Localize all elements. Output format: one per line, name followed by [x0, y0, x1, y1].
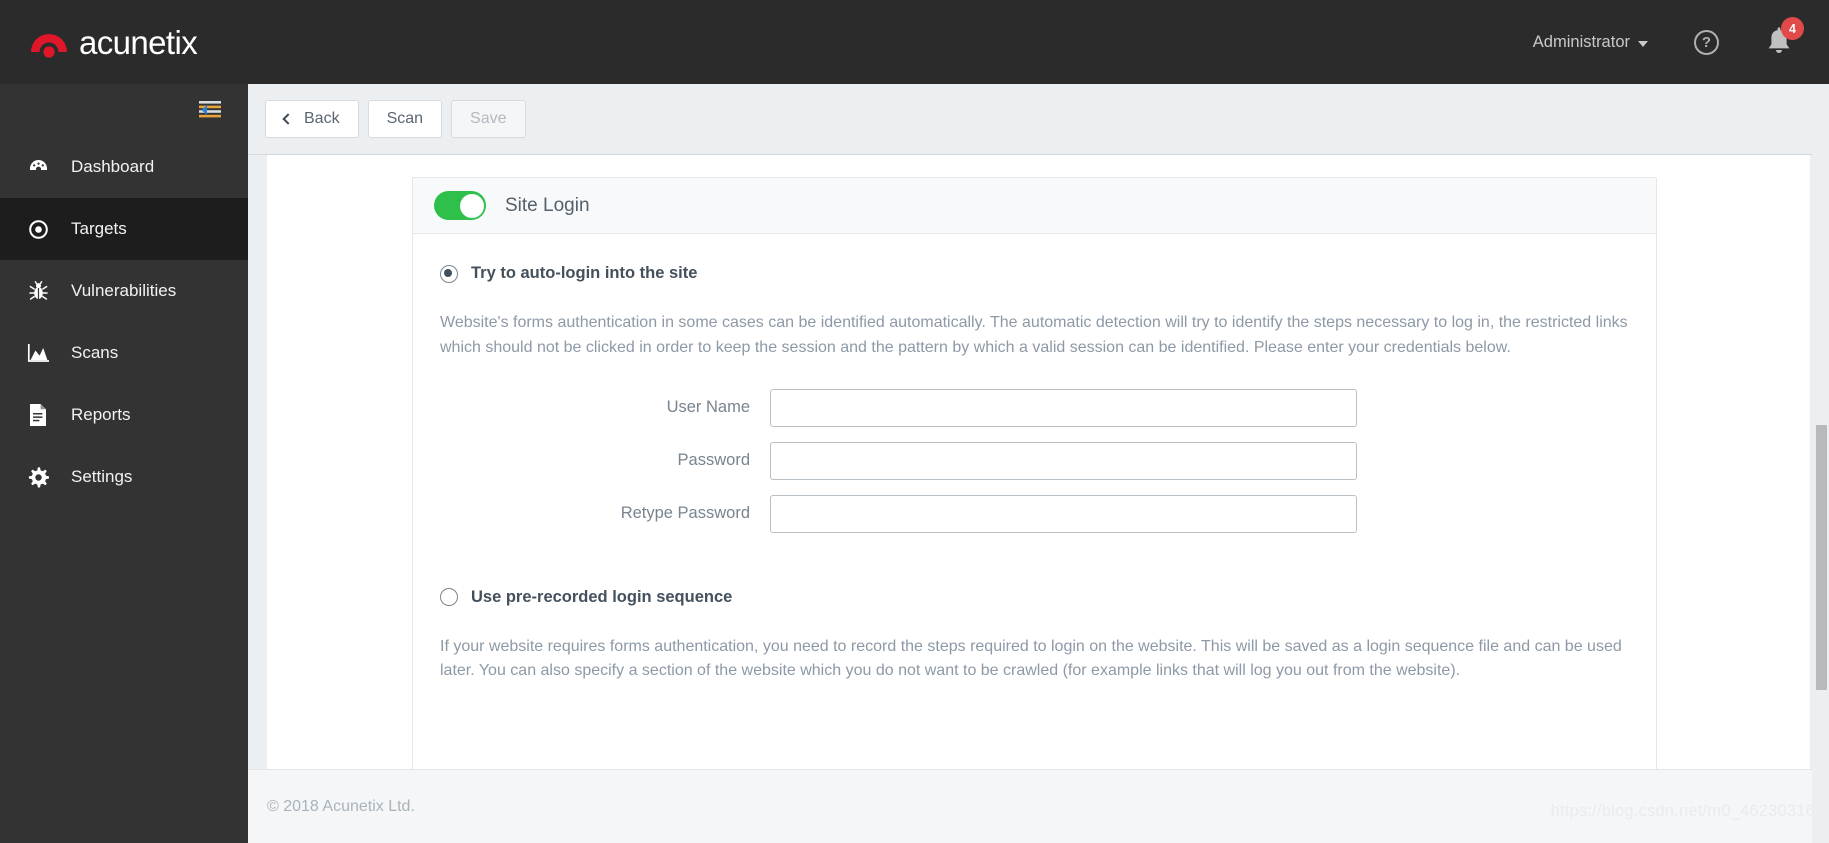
- scan-button-label: Scan: [386, 110, 424, 127]
- save-button-label: Save: [470, 110, 507, 127]
- brand-logo[interactable]: acunetix: [28, 21, 198, 63]
- sidebar-item-scans[interactable]: Scans: [0, 322, 248, 384]
- site-login-toggle[interactable]: [434, 191, 486, 220]
- main-content-area: Back Scan Save Site Login Try to auto-lo…: [248, 84, 1829, 843]
- sidebar-item-vulnerabilities[interactable]: Vulnerabilities: [0, 260, 248, 322]
- copyright-text: © 2018 Acunetix Ltd.: [267, 797, 415, 815]
- document-icon: [27, 404, 49, 426]
- top-header-bar: acunetix Administrator ? 4: [0, 0, 1829, 84]
- toggle-knob: [459, 193, 484, 218]
- sidebar-item-label: Targets: [71, 219, 127, 238]
- notification-badge: 4: [1781, 17, 1804, 40]
- watermark-text: https://blog.csdn.net/m0_46230316: [1550, 802, 1815, 820]
- site-login-card: Site Login Try to auto-login into the si…: [412, 177, 1657, 789]
- notifications-button[interactable]: 4: [1765, 17, 1804, 58]
- user-menu-button[interactable]: Administrator: [1533, 33, 1648, 52]
- option-prerecorded-sequence-label: Use pre-recorded login sequence: [471, 587, 733, 606]
- option-auto-login-label: Try to auto-login into the site: [471, 264, 698, 282]
- back-button[interactable]: Back: [265, 100, 359, 138]
- sidebar-nav: Dashboard Targets Vulnerabilities Scans …: [0, 84, 248, 843]
- scrollable-content: Site Login Try to auto-login into the si…: [248, 155, 1829, 789]
- sidebar-item-label: Scans: [71, 343, 119, 362]
- scrollbar-thumb[interactable]: [1816, 425, 1827, 690]
- bug-icon: [27, 280, 49, 302]
- content-panel: Site Login Try to auto-login into the si…: [267, 155, 1810, 789]
- credentials-form: User Name Password Retype Password: [440, 388, 1629, 533]
- user-menu-label: Administrator: [1532, 32, 1630, 51]
- username-label: User Name: [666, 398, 750, 417]
- acunetix-logo-icon: [31, 34, 67, 58]
- option-auto-login-description: Website's forms authentication in some c…: [440, 314, 1628, 356]
- site-login-body: Try to auto-login into the site Website'…: [413, 234, 1656, 684]
- target-circle-icon: [27, 219, 49, 240]
- sidebar-item-label: Dashboard: [71, 157, 155, 176]
- retype-password-label: Retype Password: [620, 504, 750, 523]
- field-row-username: User Name: [440, 388, 1629, 427]
- back-button-label: Back: [304, 110, 340, 127]
- gear-icon: [27, 466, 49, 488]
- sidebar-item-label: Settings: [71, 467, 133, 486]
- vertical-scrollbar[interactable]: [1812, 84, 1829, 843]
- chevron-down-icon: [1638, 40, 1648, 47]
- field-row-password: Password: [440, 441, 1629, 480]
- password-label: Password: [677, 451, 750, 470]
- action-toolbar: Back Scan Save: [248, 84, 1829, 155]
- option-prerecorded-sequence-description: If your website requires forms authentic…: [440, 637, 1622, 680]
- help-icon[interactable]: ?: [1694, 29, 1719, 55]
- sidebar-item-dashboard[interactable]: Dashboard: [0, 136, 248, 198]
- chart-area-icon: [27, 343, 49, 363]
- radio-prerecorded-sequence-icon[interactable]: [440, 588, 458, 607]
- option-prerecorded-sequence[interactable]: Use pre-recorded login sequence: [440, 588, 1629, 607]
- option-auto-login[interactable]: Try to auto-login into the site: [440, 264, 1629, 283]
- sidebar-item-reports[interactable]: Reports: [0, 384, 248, 446]
- brand-name: acunetix: [79, 23, 198, 61]
- scan-button[interactable]: Scan: [367, 100, 443, 138]
- sidebar-item-label: Reports: [71, 405, 131, 424]
- retype-password-input[interactable]: [770, 494, 1357, 533]
- site-login-title: Site Login: [505, 194, 590, 216]
- sidebar-item-label: Vulnerabilities: [71, 281, 177, 300]
- header-actions: Administrator ? 4: [1533, 0, 1829, 84]
- password-input[interactable]: [770, 441, 1357, 480]
- field-row-retype-password: Retype Password: [440, 494, 1629, 533]
- radio-auto-login-icon[interactable]: [440, 264, 458, 283]
- sidebar-collapse-row: [0, 84, 248, 136]
- username-input[interactable]: [770, 388, 1357, 427]
- sidebar-item-targets[interactable]: Targets: [0, 198, 248, 260]
- save-button: Save: [451, 100, 526, 138]
- chevron-left-icon: [282, 113, 294, 125]
- sidebar-item-settings[interactable]: Settings: [0, 446, 248, 508]
- site-login-header: Site Login: [413, 178, 1656, 234]
- dashboard-gauge-icon: [27, 157, 49, 178]
- collapse-sidebar-icon[interactable]: [199, 101, 221, 119]
